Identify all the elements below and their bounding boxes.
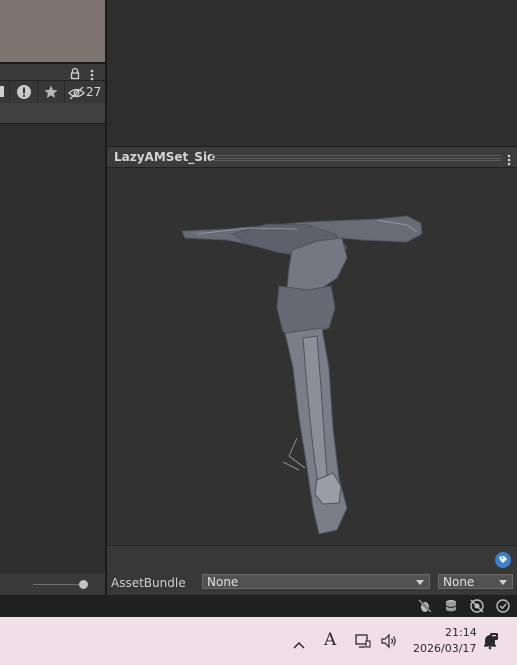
- hidden-count: 27: [86, 85, 102, 99]
- asset-bundle-name-value: None: [207, 575, 239, 589]
- star-icon[interactable]: [43, 84, 59, 100]
- debug-off-icon[interactable]: [417, 598, 433, 614]
- chevron-up-icon[interactable]: [292, 635, 306, 649]
- zoom-slider-track[interactable]: [33, 584, 83, 585]
- warning-icon[interactable]: [16, 84, 32, 100]
- inspector-upper-area: [107, 0, 517, 147]
- os-taskbar: A 21:14 2026/03/17: [0, 617, 517, 665]
- asset-bundle-variant-value: None: [443, 575, 475, 589]
- tag-icon[interactable]: [495, 552, 511, 568]
- ime-icon[interactable]: A: [324, 630, 336, 650]
- asset-bundle-label: AssetBundle: [111, 576, 186, 590]
- asset-bundle-name-dropdown[interactable]: None: [202, 574, 430, 589]
- toolbar-separator: [9, 81, 10, 103]
- preview-header: LazyAMSet_Sio: [107, 147, 517, 168]
- clock-time[interactable]: 21:14: [445, 626, 477, 639]
- project-bottom-bar: [0, 574, 105, 595]
- project-toolbar: 27: [0, 81, 105, 103]
- model-mesh-preview[interactable]: [107, 168, 517, 545]
- toolbar-separator: [37, 81, 38, 103]
- scene-view-fragment[interactable]: [0, 0, 105, 62]
- lock-icon[interactable]: [69, 65, 81, 80]
- display-icon[interactable]: [354, 632, 372, 650]
- kebab-menu-icon[interactable]: [505, 151, 513, 166]
- project-breadcrumb-strip: [0, 103, 105, 124]
- notification-icon[interactable]: [481, 632, 499, 650]
- zoom-slider-handle[interactable]: [79, 580, 88, 589]
- asset-bundle-variant-dropdown[interactable]: None: [438, 574, 513, 589]
- volume-icon[interactable]: [380, 632, 398, 650]
- kebab-menu-icon[interactable]: [88, 66, 96, 81]
- project-panel-header: [0, 64, 105, 81]
- clock-date[interactable]: 2026/03/17: [413, 642, 476, 655]
- project-content-area[interactable]: [0, 124, 105, 574]
- network-off-icon[interactable]: [469, 598, 485, 614]
- preview-title: LazyAMSet_Sio: [114, 150, 216, 164]
- eye-hidden-icon[interactable]: [68, 85, 85, 100]
- filter-edge-icon[interactable]: [0, 86, 4, 97]
- model-preview[interactable]: [107, 168, 517, 545]
- cache-icon[interactable]: [443, 598, 459, 614]
- drag-grip[interactable]: [211, 155, 501, 161]
- preview-footer: AssetBundle None None: [107, 545, 517, 596]
- chevron-down-icon: [416, 580, 424, 585]
- check-circle-icon[interactable]: [495, 598, 511, 614]
- toolbar-separator: [64, 81, 65, 103]
- chevron-down-icon: [499, 580, 507, 585]
- editor-status-bar: [0, 595, 517, 617]
